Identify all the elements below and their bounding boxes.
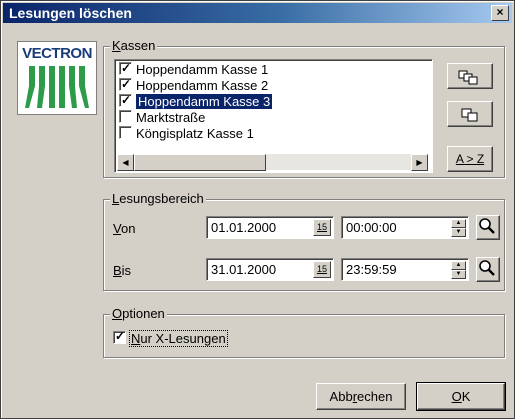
- window-title: Lesungen löschen: [9, 5, 132, 21]
- list-item[interactable]: ✓ Hoppendamm Kasse 3: [119, 93, 273, 110]
- sort-button[interactable]: A > Z: [447, 146, 493, 172]
- to-date-field[interactable]: 31.01.2000 15: [206, 258, 334, 281]
- sort-label: A > Z: [455, 152, 485, 166]
- vectron-logo: VECTRON: [17, 41, 97, 115]
- dialog-window: Lesungen löschen × VECTRON Kassen ✓ Hoppe…: [0, 0, 515, 419]
- from-time-field[interactable]: 00:00:00 ▲ ▼: [341, 216, 469, 239]
- to-lookup-button[interactable]: [476, 257, 500, 282]
- kassen-legend: Kassen: [110, 38, 158, 53]
- select-single-button[interactable]: [447, 101, 493, 127]
- time-spinner[interactable]: ▲ ▼: [451, 261, 466, 279]
- to-time-field[interactable]: 23:59:59 ▲ ▼: [341, 258, 469, 281]
- select-all-button[interactable]: [447, 63, 493, 89]
- spin-up-icon[interactable]: ▲: [451, 261, 466, 270]
- close-icon[interactable]: ×: [491, 5, 509, 21]
- from-lookup-button[interactable]: [476, 215, 500, 240]
- range-legend: Lesungsbereich: [110, 191, 206, 206]
- list-item[interactable]: Köngisplatz Kasse 1: [119, 126, 254, 142]
- checkbox[interactable]: ✓: [119, 77, 132, 91]
- scroll-right-icon[interactable]: ▶: [411, 154, 428, 171]
- only-x-readings-checkbox[interactable]: ✓ Nur X-Lesungen: [113, 329, 228, 347]
- checkbox[interactable]: [119, 110, 132, 123]
- to-label: Bis: [113, 263, 132, 278]
- checkbox[interactable]: ✓: [119, 61, 132, 75]
- spin-down-icon[interactable]: ▼: [451, 228, 466, 237]
- horizontal-scrollbar[interactable]: ◀ ▶: [117, 154, 428, 171]
- magnifier-icon: [479, 218, 495, 234]
- from-date-field[interactable]: 01.01.2000 15: [206, 216, 334, 239]
- ok-button[interactable]: OK: [416, 382, 506, 411]
- select-all-icon: [458, 70, 478, 85]
- list-item[interactable]: ✓ Hoppendamm Kasse 1: [119, 61, 268, 78]
- magnifier-icon: [479, 260, 495, 276]
- time-spinner[interactable]: ▲ ▼: [451, 219, 466, 237]
- checkbox[interactable]: ✓: [113, 329, 126, 344]
- checkbox[interactable]: [119, 126, 132, 139]
- scroll-thumb[interactable]: [134, 154, 266, 171]
- checkbox[interactable]: ✓: [119, 93, 132, 107]
- calendar-icon[interactable]: 15: [313, 219, 331, 236]
- logo-graphic: [25, 66, 89, 108]
- cancel-button[interactable]: Abbrechen: [316, 383, 406, 410]
- calendar-icon[interactable]: 15: [313, 261, 331, 278]
- select-single-icon: [461, 108, 478, 122]
- title-bar[interactable]: Lesungen löschen ×: [3, 3, 512, 23]
- list-item[interactable]: ✓ Hoppendamm Kasse 2: [119, 77, 268, 94]
- from-label: Von: [113, 221, 136, 236]
- scroll-left-icon[interactable]: ◀: [117, 154, 134, 171]
- only-x-readings-label: Nur X-Lesungen: [129, 330, 228, 347]
- spin-down-icon[interactable]: ▼: [451, 270, 466, 279]
- logo-text: VECTRON: [22, 45, 92, 62]
- spin-up-icon[interactable]: ▲: [451, 219, 466, 228]
- options-legend: Optionen: [110, 306, 167, 321]
- list-item[interactable]: Marktstraße: [119, 110, 205, 126]
- kassen-listbox[interactable]: ✓ Hoppendamm Kasse 1 ✓ Hoppendamm Kasse 2 …: [114, 59, 433, 173]
